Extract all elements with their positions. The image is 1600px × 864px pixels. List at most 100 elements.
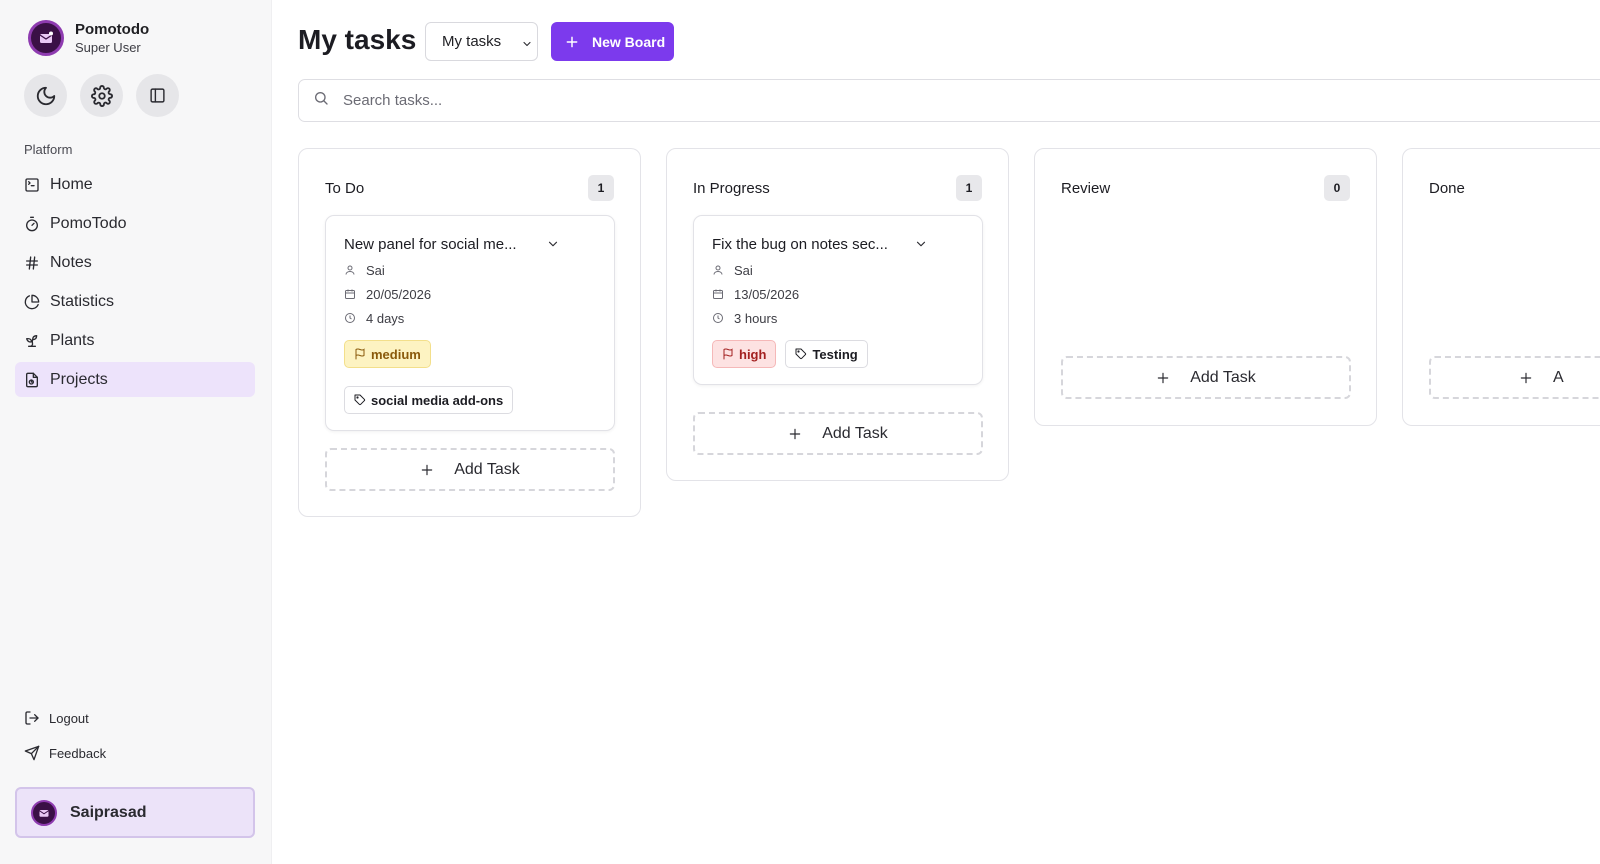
task-title: Fix the bug on notes sec... — [712, 235, 888, 253]
hash-icon — [24, 255, 40, 271]
avatar — [31, 799, 57, 826]
assignee-name: Sai — [734, 262, 753, 278]
sidebar-nav: Home PomoTodo Notes Statistics Plants Pr… — [15, 167, 255, 401]
sidebar-item-home[interactable]: Home — [15, 167, 255, 202]
chevron-down-icon[interactable] — [546, 237, 560, 251]
new-board-label: New Board — [592, 33, 666, 50]
terminal-square-icon — [24, 177, 40, 193]
sidebar-item-projects[interactable]: Projects — [15, 362, 255, 397]
logout-label: Logout — [49, 710, 89, 726]
task-card[interactable]: New panel for social me... Sai 20/05/202… — [325, 215, 615, 431]
column-count-badge: 1 — [588, 175, 614, 201]
sidebar-item-label: Plants — [50, 331, 95, 349]
due-date: 13/05/2026 — [734, 286, 800, 302]
brand: Pomotodo Super User — [28, 20, 149, 56]
label-text: social media add-ons — [371, 392, 504, 408]
send-icon — [24, 745, 41, 761]
sidebar-item-plants[interactable]: Plants — [15, 323, 255, 358]
chevron-down-icon[interactable] — [914, 237, 928, 251]
task-due-date: 13/05/2026 — [712, 286, 964, 302]
app-name: Pomotodo — [75, 20, 150, 38]
column-todo: To Do 1 New panel for social me... Sai 2… — [298, 148, 641, 517]
new-board-button[interactable]: New Board — [551, 22, 674, 61]
task-due-date: 20/05/2026 — [344, 286, 596, 302]
feedback-link[interactable]: Feedback — [24, 743, 106, 763]
plus-icon — [788, 427, 802, 441]
app-logo-icon — [28, 20, 64, 56]
column-title: Done — [1429, 179, 1465, 197]
search-icon — [313, 90, 329, 111]
label-text: Testing — [812, 346, 858, 362]
column-title: Review — [1061, 179, 1111, 197]
clock-icon — [344, 312, 358, 324]
add-task-button[interactable]: Add Task — [1061, 356, 1351, 399]
column-review: Review 0 Add Task — [1034, 148, 1377, 426]
sidebar-item-label: PomoTodo — [50, 214, 127, 232]
label-tag: Testing — [785, 340, 868, 368]
column-done: Done A — [1402, 148, 1600, 426]
add-task-button[interactable]: A — [1429, 356, 1600, 399]
board-select-value: My tasks — [442, 33, 502, 50]
sidebar-item-notes[interactable]: Notes — [15, 245, 255, 280]
feedback-label: Feedback — [49, 745, 107, 761]
flag-icon — [354, 348, 366, 360]
dark-mode-button[interactable] — [24, 74, 67, 117]
task-card[interactable]: Fix the bug on notes sec... Sai 13/05/20… — [693, 215, 983, 385]
user-icon — [344, 264, 358, 276]
log-out-icon — [24, 710, 41, 726]
user-menu[interactable]: Saiprasad — [15, 787, 255, 838]
sprout-icon — [24, 333, 40, 349]
file-chart-icon — [24, 372, 40, 388]
task-duration: 4 days — [344, 310, 596, 326]
sidebar-item-label: Projects — [50, 370, 108, 388]
duration: 3 hours — [734, 310, 778, 326]
plus-icon — [565, 35, 579, 49]
board-select[interactable]: My tasks — [425, 22, 538, 61]
timer-icon — [24, 216, 40, 232]
calendar-icon — [712, 288, 726, 300]
add-task-label: Add Task — [822, 424, 888, 442]
page-title: My tasks — [298, 24, 417, 55]
column-in-progress: In Progress 1 Fix the bug on notes sec..… — [666, 148, 1009, 481]
priority-label: high — [739, 346, 767, 362]
tag-icon — [795, 348, 807, 360]
search-bar — [298, 79, 1600, 122]
calendar-icon — [344, 288, 358, 300]
moon-icon — [36, 86, 55, 105]
plus-icon — [420, 463, 434, 477]
due-date: 20/05/2026 — [366, 286, 432, 302]
chevron-down-icon — [521, 37, 533, 54]
sidebar-item-label: Notes — [50, 253, 92, 271]
plus-icon — [1519, 371, 1533, 385]
sidebar-item-pomotodo[interactable]: PomoTodo — [15, 206, 255, 241]
assignee-name: Sai — [366, 262, 385, 278]
add-task-button[interactable]: Add Task — [325, 448, 615, 491]
toggle-sidebar-button[interactable] — [136, 74, 179, 117]
column-count-badge: 0 — [1324, 175, 1350, 201]
priority-badge: high — [712, 340, 777, 368]
add-task-label: Add Task — [454, 460, 520, 478]
panel-left-icon — [150, 88, 165, 103]
column-title: To Do — [325, 179, 365, 197]
user-name: Saiprasad — [70, 803, 147, 821]
column-count-badge: 1 — [956, 175, 982, 201]
settings-button[interactable] — [80, 74, 123, 117]
user-role: Super User — [75, 39, 141, 55]
user-icon — [712, 264, 726, 276]
add-task-button[interactable]: Add Task — [693, 412, 983, 455]
plus-icon — [1156, 371, 1170, 385]
gear-icon — [90, 84, 113, 107]
task-duration: 3 hours — [712, 310, 964, 326]
logout-link[interactable]: Logout — [24, 708, 106, 728]
task-assignee: Sai — [344, 262, 596, 278]
pie-chart-icon — [24, 294, 40, 310]
search-input[interactable] — [343, 92, 1243, 109]
add-task-label: Add Task — [1190, 368, 1256, 386]
column-title: In Progress — [693, 179, 770, 197]
flag-icon — [722, 348, 734, 360]
tag-icon — [354, 394, 366, 406]
sidebar: Pomotodo Super User Platform Home PomoTo… — [0, 0, 272, 864]
sidebar-item-statistics[interactable]: Statistics — [15, 284, 255, 319]
sidebar-item-label: Statistics — [50, 292, 115, 310]
clock-icon — [712, 312, 726, 324]
